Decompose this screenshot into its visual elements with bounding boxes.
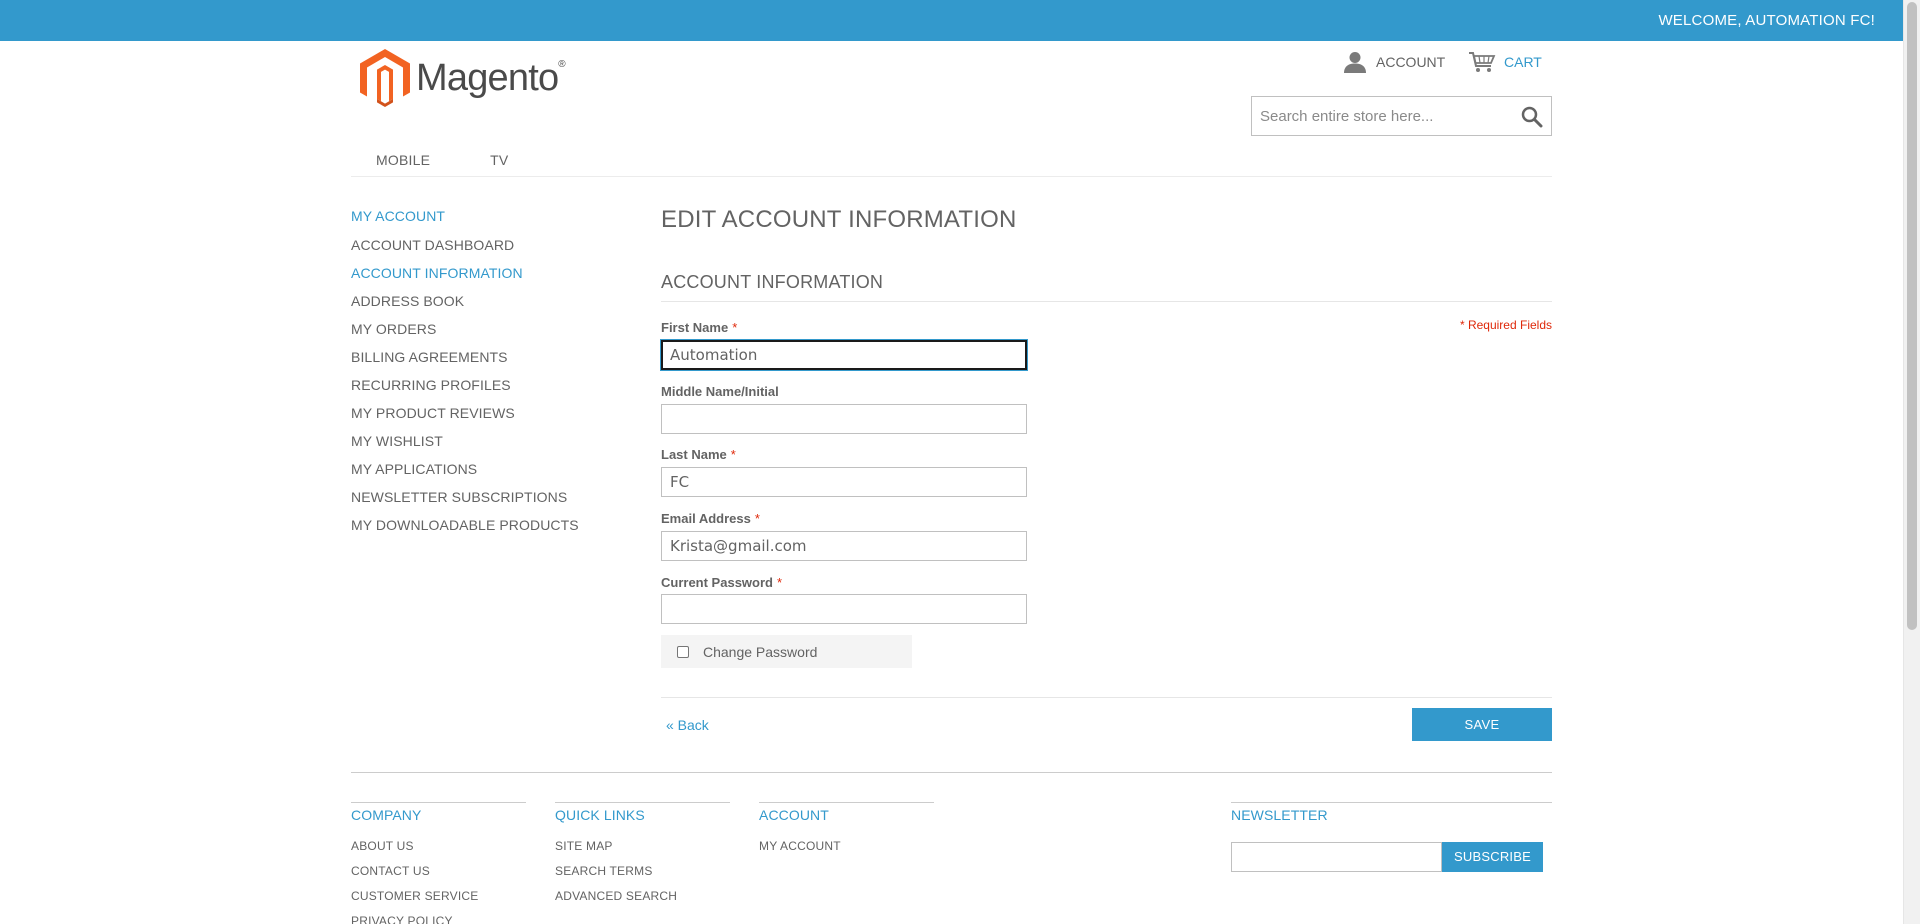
change-password-checkbox[interactable] [677,645,689,658]
footer-newsletter: NEWSLETTER [1231,802,1552,839]
change-password-label: Change Password [703,643,818,660]
footer-link-privacy-policy[interactable]: PRIVACY POLICY [351,914,526,924]
search-box [1251,96,1552,136]
middle-name-input[interactable] [661,404,1027,434]
current-password-label: Current Password * [661,575,782,590]
top-bar: WELCOME, AUTOMATION FC! [0,0,1903,41]
change-password-toggle[interactable]: Change Password [661,635,912,668]
back-link[interactable]: « Back [666,717,709,733]
magento-logo-icon [360,49,410,107]
footer-divider [351,772,1552,773]
scrollbar-thumb[interactable] [1907,2,1917,630]
footer-column-divider [555,802,730,803]
footer-link-contact-us[interactable]: CONTACT US [351,864,526,889]
required-fields-note: * Required Fields [1459,318,1552,332]
current-password-label-text: Current Password [661,575,773,590]
middle-name-label: Middle Name/Initial [661,384,779,399]
sidebar-item-recurring-profiles[interactable]: RECURRING PROFILES [351,377,579,405]
required-asterisk: * [776,575,783,590]
sidebar-item-my-orders[interactable]: MY ORDERS [351,321,579,349]
footer-column-account: ACCOUNT MY ACCOUNT [759,802,934,864]
section-divider [661,301,1552,302]
page-scrollbar[interactable] [1903,0,1920,924]
footer-link-customer-service[interactable]: CUSTOMER SERVICE [351,889,526,914]
current-password-input[interactable] [661,594,1027,624]
subscribe-button[interactable]: SUBSCRIBE [1442,842,1543,872]
email-input[interactable]: Krista@gmail.com [661,531,1027,561]
last-name-label-text: Last Name [661,447,727,462]
footer-link-advanced-search[interactable]: ADVANCED SEARCH [555,889,730,914]
newsletter-email-input[interactable] [1231,842,1442,872]
store-logo[interactable]: Magento ® [360,49,566,107]
page-title: EDIT ACCOUNT INFORMATION [661,206,1017,233]
section-title: ACCOUNT INFORMATION [661,272,884,292]
footer-column-divider [351,802,526,803]
account-link[interactable]: ACCOUNT [1343,51,1445,73]
required-asterisk: * [754,511,760,526]
footer-column-company: COMPANY ABOUT US CONTACT US CUSTOMER SER… [351,802,526,924]
last-name-input[interactable]: FC [661,467,1027,497]
sidebar-item-newsletter-subscriptions[interactable]: NEWSLETTER SUBSCRIPTIONS [351,489,579,517]
footer-column-title: COMPANY [351,807,422,823]
footer-column-quick-links: QUICK LINKS SITE MAP SEARCH TERMS ADVANC… [555,802,730,914]
save-button[interactable]: SAVE [1412,708,1552,741]
sidebar-item-my-downloadable-products[interactable]: MY DOWNLOADABLE PRODUCTS [351,517,579,545]
footer-link-site-map[interactable]: SITE MAP [555,839,730,864]
required-asterisk: * [730,447,736,462]
first-name-label-text: First Name [661,320,729,335]
logo-text: Magento [416,56,559,99]
footer-link-about-us[interactable]: ABOUT US [351,839,526,864]
footer-column-divider [759,802,934,803]
cart-label: CART [1504,54,1542,70]
footer-column-title: ACCOUNT [759,807,829,823]
footer-column-title: QUICK LINKS [555,807,645,823]
sidebar-item-account-information: ACCOUNT INFORMATION [351,265,523,281]
nav-item-tv[interactable]: TV [490,152,508,168]
footer-link-search-terms[interactable]: SEARCH TERMS [555,864,730,889]
account-label: ACCOUNT [1376,54,1446,70]
sidebar-item-billing-agreements[interactable]: BILLING AGREEMENTS [351,349,579,377]
user-icon [1344,52,1366,73]
search-input[interactable] [1252,97,1507,135]
footer-link-my-account[interactable]: MY ACCOUNT [759,839,934,864]
email-label: Email Address * [661,511,760,526]
sidebar-item-address-book[interactable]: ADDRESS BOOK [351,293,579,321]
sidebar-item-my-product-reviews[interactable]: MY PRODUCT REVIEWS [351,405,579,433]
cart-link[interactable]: CART [1468,51,1542,73]
form-actions-divider [661,697,1552,698]
first-name-input[interactable]: Automation [661,340,1027,370]
cart-icon [1469,52,1496,72]
required-asterisk: * [732,320,738,335]
nav-item-mobile[interactable]: MOBILE [376,152,430,168]
first-name-label: First Name * [661,320,737,335]
footer-column-divider [1231,802,1552,803]
sidebar-item-account-dashboard[interactable]: ACCOUNT DASHBOARD [351,237,579,265]
nav-divider [351,176,1552,177]
sidebar-item-my-applications[interactable]: MY APPLICATIONS [351,461,579,489]
account-sidebar: MY ACCOUNT ACCOUNT DASHBOARD ACCOUNT INF… [351,208,579,545]
middle-name-label-text: Middle Name/Initial [661,384,779,399]
search-icon [1521,106,1543,128]
logo-registered-mark: ® [558,58,566,70]
main-navigation: MOBILE TV [376,152,568,168]
welcome-message: WELCOME, AUTOMATION FC! [1658,12,1875,29]
sidebar-title: MY ACCOUNT [351,208,446,224]
last-name-label: Last Name * [661,447,736,462]
email-label-text: Email Address [661,511,751,526]
search-button[interactable] [1521,106,1543,133]
sidebar-item-my-wishlist[interactable]: MY WISHLIST [351,433,579,461]
newsletter-title: NEWSLETTER [1231,807,1328,823]
